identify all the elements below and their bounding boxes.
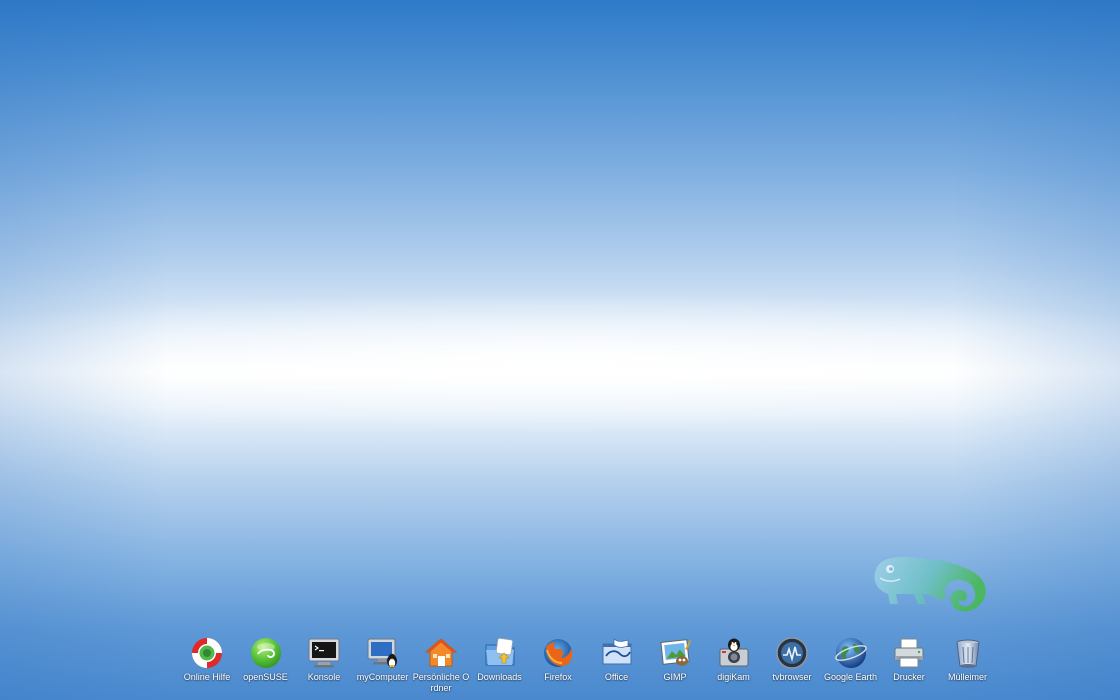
desktop-icon-downloads[interactable]: Downloads xyxy=(471,634,529,700)
desktop-icon-gimp[interactable]: GIMP xyxy=(646,634,704,700)
computer-icon xyxy=(366,636,400,670)
opensuse-icon xyxy=(249,636,283,670)
desktop-icon-label: Downloads xyxy=(477,672,522,682)
opensuse-chameleon-logo xyxy=(874,556,986,612)
trash-icon xyxy=(951,636,985,670)
desktop-icon-label: Online Hilfe xyxy=(183,672,231,682)
printer-icon xyxy=(892,636,926,670)
desktop-icon-label: Google Earth xyxy=(823,672,878,682)
camera-icon xyxy=(717,636,751,670)
desktop-icon-label: Mülleimer xyxy=(947,672,987,682)
desktop-icon-opensuse[interactable]: openSUSE xyxy=(237,634,295,700)
desktop-icon-muelleimer[interactable]: Mülleimer xyxy=(939,634,997,700)
desktop-icon-label: Drucker xyxy=(893,672,925,682)
desktop-icon-konsole[interactable]: Konsole xyxy=(295,634,353,700)
desktop-icon-firefox[interactable]: Firefox xyxy=(529,634,587,700)
desktop-icon-online-hilfe[interactable]: Online Hilfe xyxy=(178,634,236,700)
desktop-icon-label: GIMP xyxy=(663,672,687,682)
desktop-icon-label: Konsole xyxy=(307,672,341,682)
desktop-icon-label: myComputer xyxy=(356,672,409,682)
desktop-icon-label: digiKam xyxy=(717,672,750,682)
terminal-icon xyxy=(307,636,341,670)
desktop-icon-tvbrowser[interactable]: tvbrowser xyxy=(763,634,821,700)
desktop-icon-persoenliche-ordner[interactable]: Persönliche Ordner xyxy=(412,634,470,700)
desktop-icon-digikam[interactable]: digiKam xyxy=(705,634,763,700)
globe-icon xyxy=(834,636,868,670)
desktop-icon-dock: Online Hilfe openSUSE Konsole myComputer… xyxy=(178,634,998,700)
tvbrowser-icon xyxy=(775,636,809,670)
desktop-icon-label: Firefox xyxy=(544,672,572,682)
desktop-icon-mycomputer[interactable]: myComputer xyxy=(354,634,412,700)
desktop-icon-label: tvbrowser xyxy=(772,672,812,682)
home-folder-icon xyxy=(424,636,458,670)
gimp-icon xyxy=(658,636,692,670)
firefox-icon xyxy=(541,636,575,670)
office-icon xyxy=(600,636,634,670)
desktop-icon-label: openSUSE xyxy=(243,672,288,682)
desktop-icon-label: Persönliche Ordner xyxy=(412,672,470,693)
desktop-icon-google-earth[interactable]: Google Earth xyxy=(822,634,880,700)
desktop-icon-office[interactable]: Office xyxy=(588,634,646,700)
lifebuoy-icon xyxy=(190,636,224,670)
desktop-icon-drucker[interactable]: Drucker xyxy=(880,634,938,700)
downloads-folder-icon xyxy=(483,636,517,670)
desktop-icon-label: Office xyxy=(604,672,629,682)
